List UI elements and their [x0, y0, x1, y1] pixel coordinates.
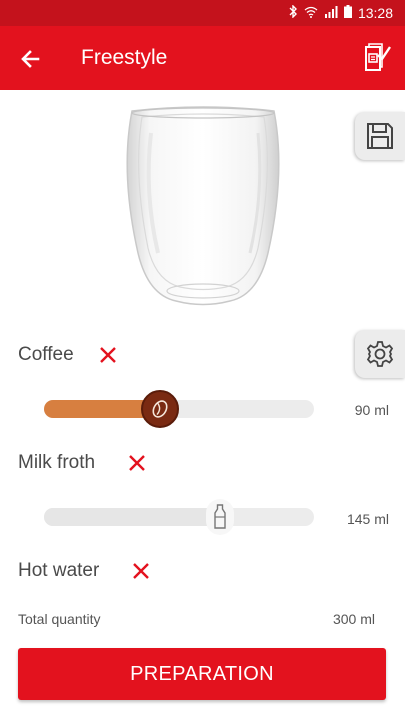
close-icon	[133, 563, 149, 579]
close-icon	[129, 455, 145, 471]
remove-coffee-button[interactable]	[98, 345, 118, 365]
signal-icon	[324, 5, 338, 21]
milk-slider-fill	[44, 508, 220, 526]
milk-slider-handle[interactable]	[205, 499, 234, 535]
coffee-bean-icon	[152, 400, 168, 418]
arrow-left-icon	[21, 50, 40, 68]
save-button[interactable]	[355, 112, 405, 160]
milk-label: Milk froth	[18, 452, 96, 473]
wifi-icon	[304, 6, 318, 21]
battery-icon	[343, 5, 352, 21]
milk-slider[interactable]	[44, 508, 314, 526]
milk-amount: 145 ml	[346, 511, 389, 527]
settings-button[interactable]	[355, 330, 405, 378]
water-label: Hot water	[18, 560, 100, 581]
app-bar: Freestyle	[0, 26, 405, 90]
close-icon	[100, 347, 116, 363]
milk-bottle-icon	[213, 504, 226, 529]
gear-icon	[366, 341, 394, 367]
remove-water-button[interactable]	[131, 561, 151, 581]
floppy-disk-icon	[367, 123, 393, 149]
recipe-button[interactable]	[360, 41, 392, 75]
remove-milk-button[interactable]	[127, 453, 147, 473]
status-bar: 13:28	[0, 0, 405, 26]
coffee-label: Coffee	[18, 344, 74, 365]
status-time: 13:28	[357, 5, 393, 21]
coffee-slider-handle[interactable]	[141, 390, 180, 428]
back-button[interactable]	[16, 44, 46, 74]
coffee-amount: 90 ml	[354, 402, 389, 418]
preparation-button[interactable]: PREPARATION	[18, 648, 386, 700]
bluetooth-icon	[288, 4, 298, 21]
total-quantity-value: 300 ml	[332, 611, 375, 627]
total-quantity-label: Total quantity	[18, 611, 101, 627]
glass-image	[118, 103, 288, 313]
recipe-book-icon	[365, 43, 391, 71]
page-title: Freestyle	[81, 46, 168, 69]
